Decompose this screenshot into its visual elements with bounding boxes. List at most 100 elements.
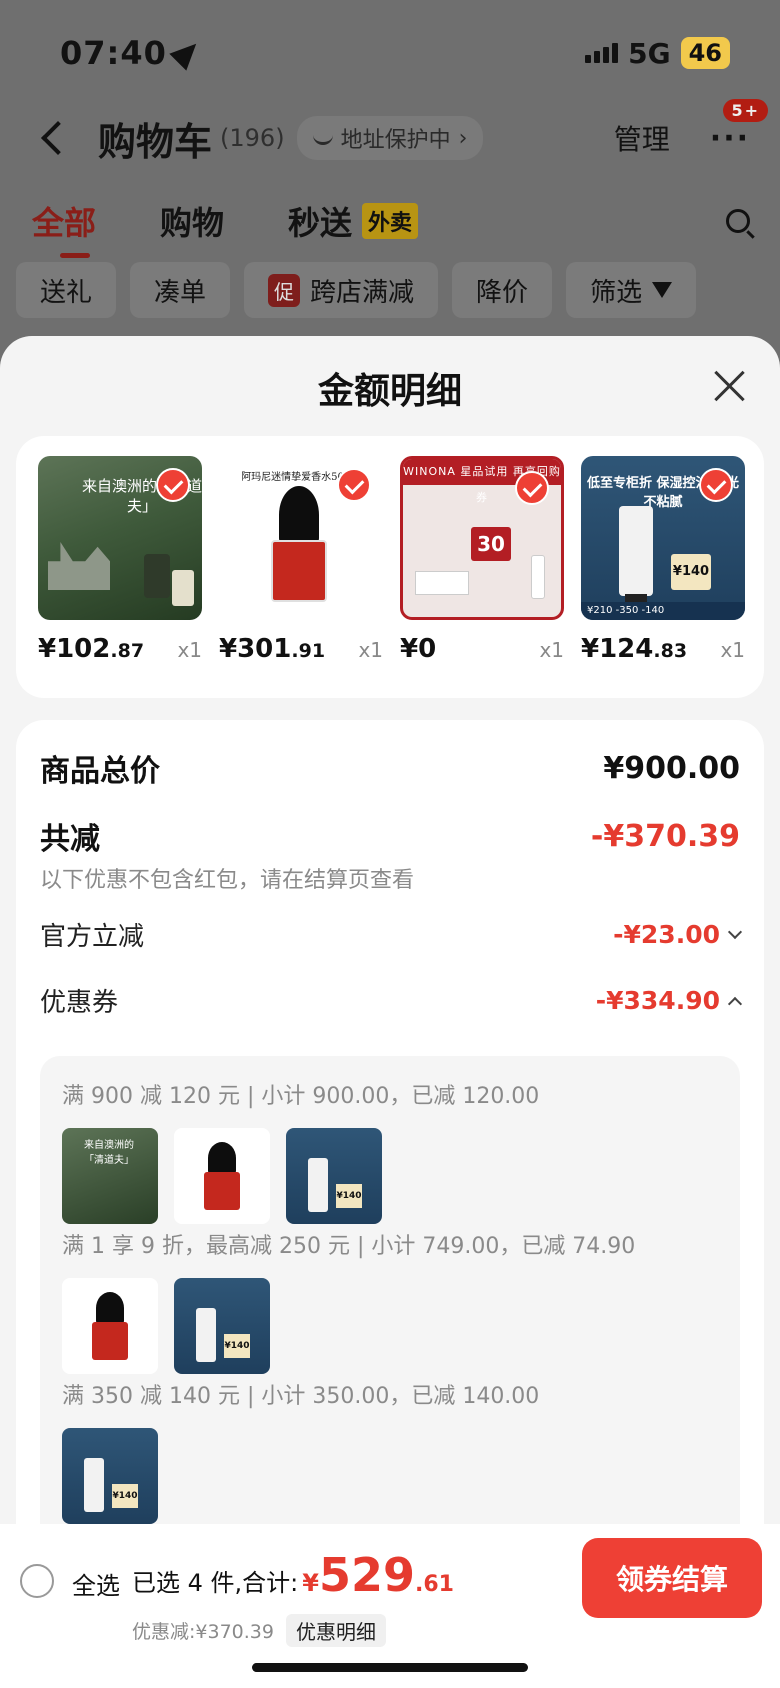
coupon-product-thumb	[174, 1128, 270, 1224]
chip-filter[interactable]: 筛选	[566, 262, 697, 318]
notification-badge: 5+	[723, 98, 768, 122]
select-all-label[interactable]: 全选	[72, 1566, 120, 1601]
product-image: 阿玛尼迷情挚爱香水50ML	[219, 456, 383, 620]
product-price: ¥301.91	[219, 634, 326, 664]
coupon-group-text: 满 900 减 120 元 | 小计 900.00，已减 120.00	[62, 1084, 540, 1109]
product-qty: x1	[177, 638, 202, 662]
product-card[interactable]: 阿玛尼迷情挚爱香水50ML ¥301.91 x1	[219, 456, 383, 678]
bottle-illustration	[172, 570, 194, 606]
official-reduce-row[interactable]: 官方立减 -¥23.00	[40, 916, 743, 953]
product-image: 来自澳洲的「清道夫」	[38, 456, 202, 620]
smile-icon	[312, 131, 333, 145]
coupon-label: 优惠券	[40, 988, 119, 1018]
tube-illustration	[531, 555, 545, 599]
official-reduce-value: -¥23.00	[613, 920, 720, 949]
chevron-right-icon: ›	[458, 125, 468, 151]
total-price-dec: .61	[414, 1572, 454, 1597]
coupon-group-text: 满 350 减 140 元 | 小计 350.00，已减 140.00	[62, 1384, 540, 1409]
select-all-radio[interactable]	[20, 1564, 54, 1598]
address-protect-label: 地址保护中	[340, 128, 451, 153]
selected-summary: 已选 4 件,合计: ¥ 529 .61	[132, 1548, 454, 1602]
status-time: 07:40	[60, 34, 167, 72]
home-indicator	[252, 1663, 528, 1672]
product-card[interactable]: WINONA 星品试用 再享回购券 30 ¥0 x1	[400, 456, 564, 678]
cart-page-background: 07:40 5G 46 购物车 (196) 地址保护中 › 管理 ··· 5+ …	[0, 0, 780, 360]
search-icon[interactable]	[726, 209, 750, 233]
coupon-group: 满 350 减 140 元 | 小计 350.00，已减 140.00	[62, 1378, 718, 1524]
more-button[interactable]: ··· 5+	[709, 98, 768, 156]
total-reduce-row: 共减 -¥370.39	[40, 814, 740, 858]
filter-icon	[652, 282, 673, 298]
tab-shopping[interactable]: 购物	[160, 198, 224, 244]
perfume-bottle-illustration	[271, 540, 327, 602]
coupon-group: 满 900 减 120 元 | 小计 900.00，已减 120.00	[62, 1078, 718, 1224]
selected-count-text: 已选 4 件,合计:	[132, 1569, 299, 1597]
tube-illustration	[619, 506, 653, 604]
coupon-row[interactable]: 优惠券 -¥334.90	[40, 982, 743, 1019]
product-qty: x1	[539, 638, 564, 662]
checked-icon[interactable]	[156, 468, 190, 502]
goods-total-value: ¥900.00	[603, 750, 740, 786]
promo-icon: 促	[268, 273, 301, 307]
tab-instant-delivery[interactable]: 秒送 外卖	[288, 198, 419, 244]
product-image-strip: ¥210 -350 -140	[581, 602, 745, 620]
castle-illustration	[48, 542, 110, 590]
goods-total-row: 商品总价 ¥900.00	[40, 746, 740, 790]
chevron-up-icon[interactable]	[727, 996, 743, 1011]
product-image: WINONA 星品试用 再享回购券 30	[400, 456, 564, 620]
goods-total-label: 商品总价	[40, 754, 160, 789]
close-icon[interactable]	[714, 370, 746, 402]
tab-all[interactable]: 全部	[32, 198, 96, 258]
checked-icon[interactable]	[515, 471, 549, 505]
status-bar: 07:40 5G 46	[60, 30, 730, 76]
page-title: 购物车	[98, 119, 213, 164]
discount-detail-button[interactable]: 优惠明细	[285, 1614, 386, 1647]
coupon-product-thumb	[286, 1128, 382, 1224]
chip-price-drop[interactable]: 降价	[452, 262, 553, 318]
takeout-tag: 外卖	[362, 203, 419, 239]
checkout-button[interactable]: 领券结算	[582, 1538, 762, 1618]
checked-icon[interactable]	[337, 468, 371, 502]
reduce-note: 以下优惠不包含红包，请在结算页查看	[40, 868, 415, 893]
chip-cross-store[interactable]: 促 跨店满减	[244, 262, 439, 318]
product-image-badge: ¥140	[671, 554, 711, 590]
product-card[interactable]: 来自澳洲的「清道夫」 ¥102.87 x1	[38, 456, 202, 678]
product-card[interactable]: 低至专柜折 保湿控油 哑光不粘腻 ¥140 ¥210 -350 -140 ¥12…	[581, 456, 745, 678]
more-icon: ···	[709, 120, 750, 156]
network-type: 5G	[628, 36, 671, 70]
currency-symbol: ¥	[302, 1569, 319, 1597]
location-arrow-icon	[169, 35, 205, 71]
chip-gift[interactable]: 送礼	[16, 262, 117, 318]
address-protect-button[interactable]: 地址保护中 ›	[296, 116, 484, 160]
discount-amount: 优惠减:¥370.39	[132, 1621, 274, 1643]
chevron-down-icon[interactable]	[727, 924, 743, 939]
coupon-product-thumb	[62, 1278, 158, 1374]
coupon-group-text: 满 1 享 9 折，最高减 250 元 | 小计 749.00，已减 74.90	[62, 1234, 636, 1259]
nav-bar: 购物车 (196) 地址保护中 › 管理 ··· 5+	[36, 98, 768, 166]
filter-chips: 送礼 凑单 促 跨店满减 降价 筛选	[16, 262, 764, 318]
total-reduce-value: -¥370.39	[590, 818, 740, 854]
total-price-int: 529	[318, 1548, 415, 1602]
coupon-group: 满 1 享 9 折，最高减 250 元 | 小计 749.00，已减 74.90	[62, 1228, 718, 1374]
product-qty: x1	[358, 638, 383, 662]
sheet-title: 金额明细	[317, 371, 462, 412]
checked-icon[interactable]	[699, 468, 733, 502]
coupon-product-thumb	[62, 1128, 158, 1224]
chip-add-on[interactable]: 凑单	[130, 262, 231, 318]
box-illustration	[415, 571, 469, 595]
discount-line: 优惠减:¥370.39 优惠明细	[132, 1614, 386, 1647]
perfume-cap-illustration	[279, 486, 319, 544]
product-price: ¥124.83	[581, 634, 688, 664]
cart-tabs: 全部 购物 秒送 外卖	[32, 196, 750, 258]
signal-icon	[585, 43, 619, 63]
product-image: 低至专柜折 保湿控油 哑光不粘腻 ¥140 ¥210 -350 -140	[581, 456, 745, 620]
total-reduce-label: 共减	[40, 822, 100, 857]
coupon-value: -¥334.90	[595, 986, 720, 1015]
product-qty: x1	[720, 638, 745, 662]
official-reduce-label: 官方立减	[40, 922, 145, 952]
coupon-product-thumb	[174, 1278, 270, 1374]
back-icon[interactable]	[41, 121, 75, 155]
manage-button[interactable]: 管理	[614, 118, 670, 158]
amount-detail-sheet: 金额明细 来自澳洲的「清道夫」 ¥102.87 x1 阿玛尼迷情挚爱香水50ML	[0, 336, 780, 1688]
checkout-bar: 全选 已选 4 件,合计: ¥ 529 .61 优惠减:¥370.39 优惠明细…	[0, 1524, 780, 1688]
